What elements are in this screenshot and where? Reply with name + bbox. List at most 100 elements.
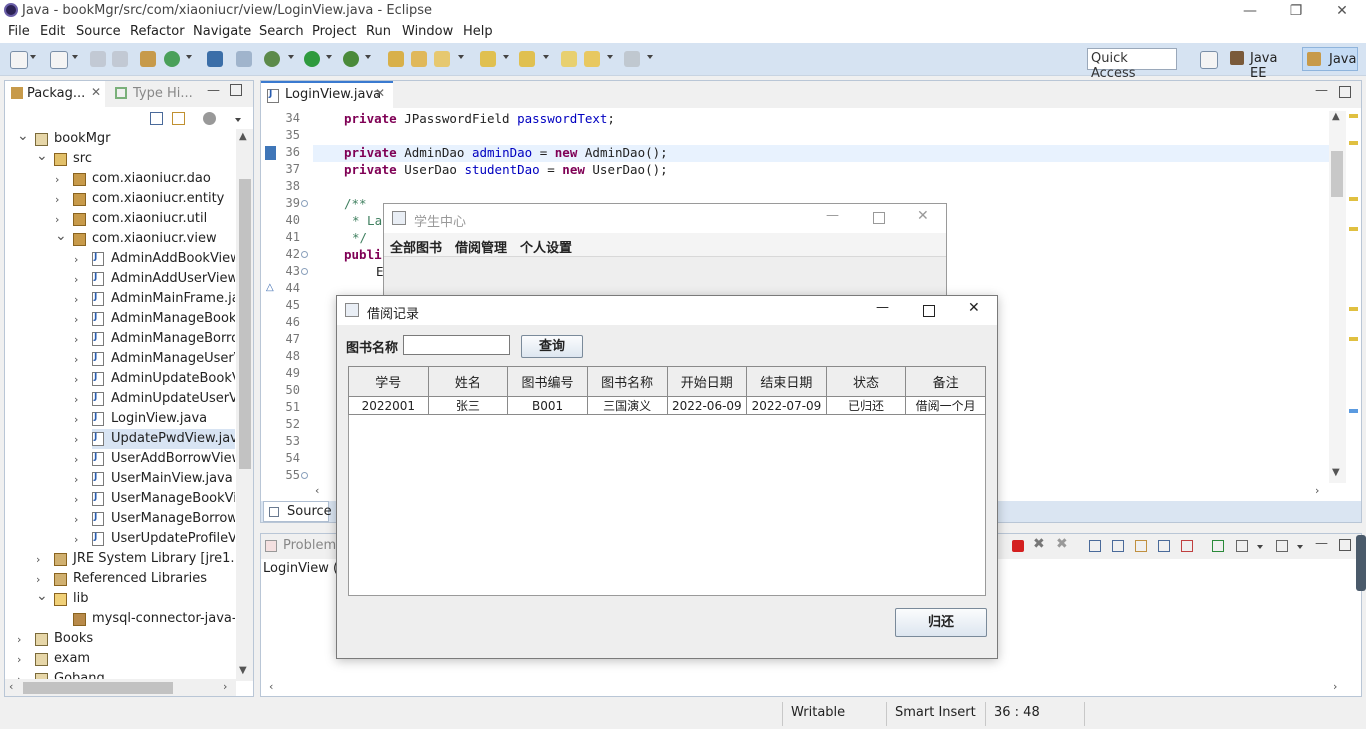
chevron-right-icon[interactable]: ›	[74, 273, 78, 286]
chevron-right-icon[interactable]: ›	[74, 413, 78, 426]
remove-launch-icon[interactable]: ✖	[1033, 536, 1045, 552]
chevron-right-icon[interactable]: ›	[74, 333, 78, 346]
chevron-right-icon[interactable]: ›	[17, 633, 21, 646]
maximize-panel-icon[interactable]	[1339, 539, 1351, 551]
close-tab-icon[interactable]: ✕	[375, 86, 385, 100]
maximize-editor-icon[interactable]	[1339, 86, 1351, 98]
tree-item[interactable]: › AdminMainFrame.java	[5, 289, 235, 309]
tree-item[interactable]: › AdminUpdateBookVie	[5, 369, 235, 389]
chevron-down-icon[interactable]: ⌄	[55, 228, 67, 244]
tab-problems[interactable]: Problems	[261, 534, 343, 559]
next-annotation-icon[interactable]	[480, 51, 496, 67]
tree-item[interactable]: › AdminAddBookView.ja	[5, 249, 235, 269]
filter-icon[interactable]	[203, 112, 216, 125]
scroll-lock-icon[interactable]	[1089, 540, 1101, 552]
tree-item[interactable]: ⌄ bookMgr	[5, 129, 235, 149]
open-type-icon[interactable]	[388, 51, 404, 67]
sc-close-button[interactable]: ✕	[917, 208, 929, 224]
prev-annotation-icon[interactable]	[519, 51, 535, 67]
minimize-view-icon[interactable]: —	[207, 83, 220, 98]
chevron-right-icon[interactable]: ›	[74, 373, 78, 386]
refresh-icon[interactable]	[164, 51, 180, 67]
package-icon[interactable]	[140, 51, 156, 67]
minimize-editor-icon[interactable]: —	[1315, 83, 1328, 98]
column-header[interactable]: 图书名称	[586, 366, 668, 397]
menu-run[interactable]: Run	[366, 24, 391, 39]
open-console-icon[interactable]	[1276, 540, 1288, 552]
show-stderr-icon[interactable]	[1158, 540, 1170, 552]
chevron-right-icon[interactable]: ›	[74, 253, 78, 266]
chevron-right-icon[interactable]: ›	[74, 473, 78, 486]
menu-personal-settings[interactable]: 个人设置	[520, 237, 572, 256]
show-stdout-icon[interactable]	[1135, 540, 1147, 552]
maximize-view-icon[interactable]	[230, 84, 242, 96]
tree-item[interactable]: › JRE System Library [jre1.8.0_	[5, 549, 235, 569]
menu-borrow-manage[interactable]: 借阅管理	[455, 237, 507, 256]
editor-scrollbar-thumb[interactable]	[1331, 151, 1343, 197]
fold-toggle-icon[interactable]	[301, 251, 308, 258]
chevron-right-icon[interactable]: ›	[74, 513, 78, 526]
sc-minimize-button[interactable]: —	[826, 208, 839, 223]
minimize-panel-icon[interactable]: —	[1315, 536, 1328, 551]
word-wrap-icon[interactable]	[1112, 540, 1124, 552]
console-icon[interactable]	[207, 51, 223, 67]
explorer-v-scrollbar[interactable]: ▲ ▼	[236, 129, 253, 681]
scroll-down-arrow[interactable]: ▼	[239, 665, 247, 676]
display-console-icon[interactable]	[1236, 540, 1248, 552]
chevron-right-icon[interactable]: ›	[17, 653, 21, 666]
tree-item[interactable]: › exam	[5, 649, 235, 669]
fold-toggle-icon[interactable]	[301, 268, 308, 275]
remove-all-icon[interactable]: ✖	[1056, 536, 1068, 552]
perspective-java[interactable]: Java	[1302, 47, 1358, 71]
save-icon[interactable]	[90, 51, 106, 67]
tree-item[interactable]: ⌄ src	[5, 148, 235, 169]
column-header[interactable]: 开始日期	[666, 366, 748, 397]
column-header[interactable]: 结束日期	[746, 366, 827, 397]
tree-item[interactable]: › UserMainView.java	[5, 469, 235, 489]
perspective-java-ee[interactable]: Java EE	[1226, 48, 1298, 81]
close-tab-icon[interactable]: ✕	[91, 85, 101, 99]
save-all-icon[interactable]	[112, 51, 128, 67]
column-header[interactable]: 状态	[825, 366, 907, 397]
new-icon[interactable]	[10, 51, 28, 69]
chevron-right-icon[interactable]: ›	[74, 493, 78, 506]
chevron-right-icon[interactable]: ›	[74, 313, 78, 326]
menu-all-books[interactable]: 全部图书	[390, 237, 442, 256]
menu-help[interactable]: Help	[463, 24, 493, 39]
menu-source[interactable]: Source	[76, 24, 121, 39]
tree-item[interactable]: › UserManageBorrowVi	[5, 509, 235, 529]
dialog-minimize-button[interactable]: —	[876, 300, 889, 315]
restore-button[interactable]: ❐	[1273, 0, 1319, 22]
chevron-right-icon[interactable]: ›	[55, 213, 59, 226]
tree-item[interactable]: › LoginView.java	[5, 409, 235, 429]
close-button[interactable]: ✕	[1319, 0, 1365, 22]
minimize-button[interactable]: —	[1227, 0, 1273, 22]
chevron-right-icon[interactable]: ›	[74, 533, 78, 546]
scroll-up-arrow[interactable]: ▲	[239, 131, 247, 142]
column-header[interactable]: 学号	[348, 366, 429, 397]
tree-item[interactable]: › com.xiaoniucr.entity	[5, 189, 235, 209]
chevron-right-icon[interactable]: ›	[36, 573, 40, 586]
editor-v-scrollbar[interactable]: ▲ ▼	[1329, 111, 1346, 483]
chevron-right-icon[interactable]: ›	[36, 553, 40, 566]
side-trim-indicator[interactable]	[1356, 535, 1366, 591]
tree-item[interactable]: › UpdatePwdView.java	[5, 429, 235, 449]
column-header[interactable]: 图书编号	[507, 366, 588, 397]
chevron-right-icon[interactable]: ›	[74, 453, 78, 466]
tab-package-explorer[interactable]: Packag... ✕	[5, 81, 105, 107]
back-icon[interactable]	[584, 51, 600, 67]
tree-item[interactable]: › UserManageBookView	[5, 489, 235, 509]
tab-loginview-java[interactable]: LoginView.java ✕	[261, 81, 393, 108]
coverage-icon[interactable]	[343, 51, 359, 67]
query-button[interactable]: 查询	[521, 335, 583, 358]
chevron-down-icon[interactable]: ⌄	[36, 588, 48, 604]
chevron-right-icon[interactable]: ›	[55, 173, 59, 186]
tree-item[interactable]: ⌄ com.xiaoniucr.view	[5, 228, 235, 249]
menu-search[interactable]: Search	[259, 24, 304, 39]
menu-window[interactable]: Window	[402, 24, 453, 39]
tree-item[interactable]: › com.xiaoniucr.util	[5, 209, 235, 229]
chevron-down-icon[interactable]: ⌄	[17, 129, 29, 144]
chevron-right-icon[interactable]: ›	[74, 353, 78, 366]
forward-icon[interactable]	[624, 51, 640, 67]
tree-item[interactable]: › com.xiaoniucr.dao	[5, 169, 235, 189]
